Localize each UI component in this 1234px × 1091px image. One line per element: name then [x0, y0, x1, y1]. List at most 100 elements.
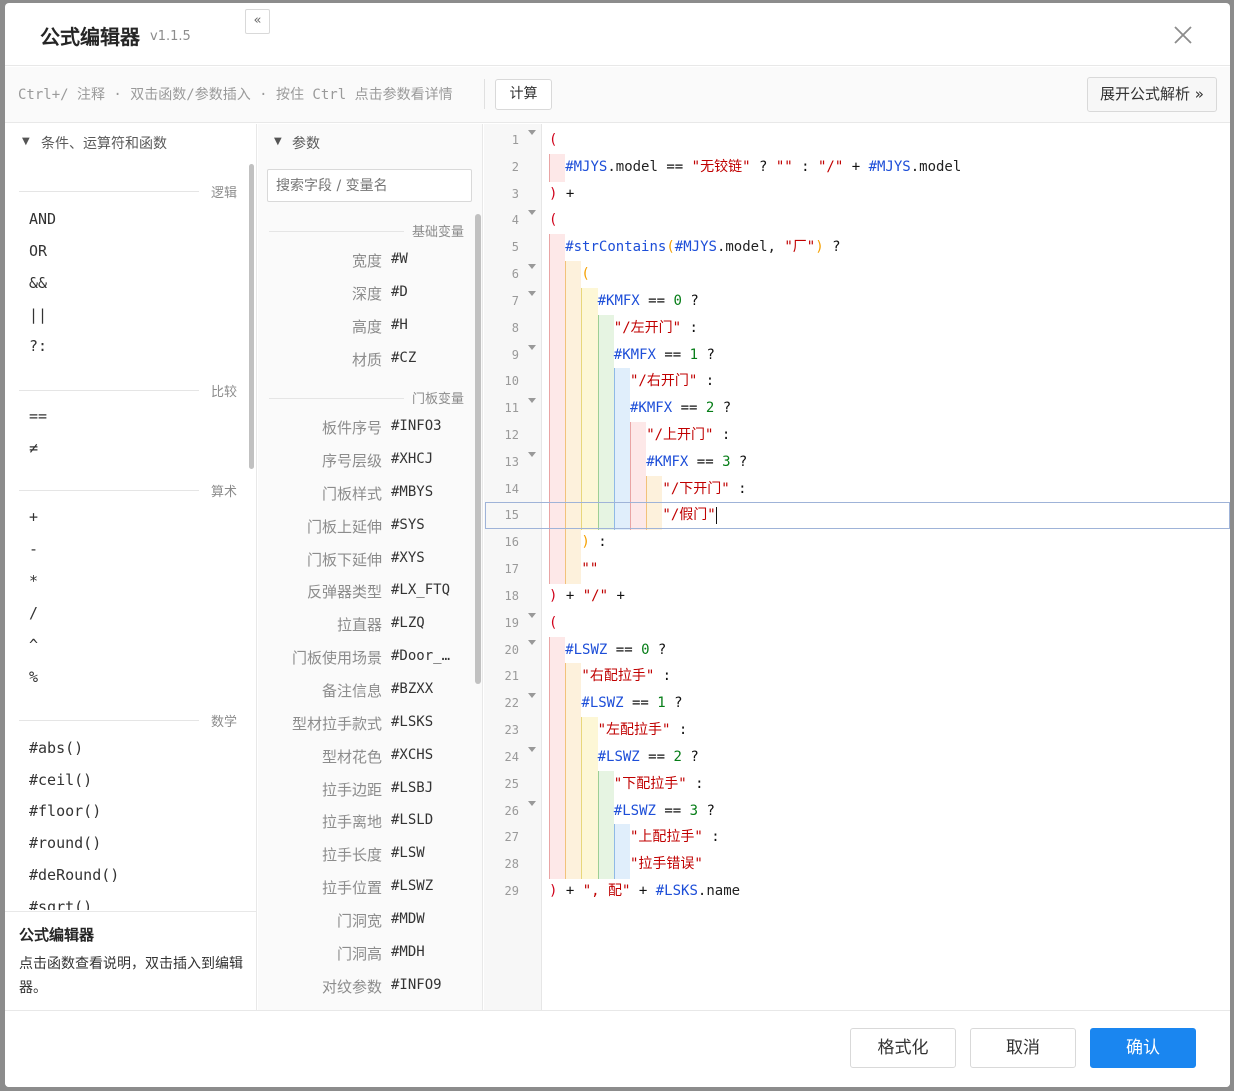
fold-toggle-icon[interactable] [528, 693, 536, 699]
function-item[interactable]: OR [29, 242, 47, 260]
param-row[interactable]: 拉手边距 #LSBJ [258, 779, 473, 801]
code-line[interactable]: #LSWZ == 2 ? [543, 744, 699, 771]
code-line[interactable]: "/右开门" : [543, 368, 714, 395]
param-row[interactable]: 板件序号 #INFO3 [258, 417, 473, 439]
param-row[interactable]: 门板下延伸 #XYS [258, 549, 473, 571]
param-row[interactable]: 门板样式 #MBYS [258, 483, 473, 505]
function-item[interactable]: - [29, 540, 38, 558]
code-editor[interactable]: 1 2 3 4 5 6 7 8 9 10 11 12 13 14 15 16 17 18 19 20 21 22 23 24 2… [484, 124, 1230, 1010]
function-item[interactable]: / [29, 604, 38, 622]
code-line[interactable]: ) + "/" + [543, 583, 625, 610]
functions-panel-header[interactable]: ▼ 条件、运算符和函数 [5, 124, 256, 161]
function-item[interactable]: * [29, 572, 38, 590]
param-row[interactable]: 门板使用场景 #Door_… [258, 647, 473, 669]
code-line[interactable]: ) : [543, 529, 607, 556]
param-row[interactable]: 备注信息 #BZXX [258, 680, 473, 702]
param-search-input[interactable] [267, 169, 472, 202]
fold-toggle-icon[interactable] [528, 264, 536, 270]
param-row[interactable]: 高度 #H [258, 316, 473, 338]
code-line[interactable]: ( [543, 207, 557, 234]
function-item[interactable]: ?: [29, 337, 47, 355]
function-item[interactable]: && [29, 274, 47, 292]
code-line[interactable]: "/上开门" : [543, 422, 730, 449]
param-row[interactable]: 深度 #D [258, 283, 473, 305]
code-line[interactable]: #KMFX == 3 ? [543, 449, 747, 476]
code-line[interactable]: "/左开门" : [543, 315, 698, 342]
function-item[interactable]: ≠ [29, 439, 38, 457]
code-line[interactable]: ( [543, 610, 557, 637]
function-item[interactable]: #abs() [29, 739, 83, 757]
code-line[interactable]: "上配拉手" : [543, 824, 720, 851]
function-item[interactable]: + [29, 508, 38, 526]
code-line[interactable]: "" [543, 556, 598, 583]
param-row[interactable]: 门洞高 #MDH [258, 943, 473, 965]
param-row[interactable]: 拉手位置 #LSWZ [258, 877, 473, 899]
expand-formula-analysis-button[interactable]: 展开公式解析 » [1087, 77, 1217, 112]
param-row[interactable]: 拉直器 #LZQ [258, 614, 473, 636]
function-item[interactable]: #round() [29, 834, 101, 852]
dialog-footer: 格式化 取消 确认 [5, 1010, 1230, 1087]
param-row[interactable]: 材质 #CZ [258, 349, 473, 371]
functions-scrollbar[interactable] [249, 164, 254, 469]
param-row[interactable]: 序号层级 #XHCJ [258, 450, 473, 472]
calculate-button[interactable]: 计算 [495, 79, 552, 110]
fold-toggle-icon[interactable] [528, 130, 536, 135]
code-line[interactable]: "拉手错误" [543, 851, 703, 878]
code-area[interactable]: (#MJYS.model == "无铰链" ? "" : "/" + #MJYS… [485, 124, 1230, 1010]
param-row[interactable]: 门板上延伸 #SYS [258, 516, 473, 538]
param-row[interactable]: 对纹参数 #INFO9 [258, 976, 473, 998]
cancel-button[interactable]: 取消 [970, 1028, 1076, 1068]
code-line[interactable]: "左配拉手" : [543, 717, 688, 744]
function-item[interactable]: #ceil() [29, 771, 92, 789]
param-row[interactable]: 反弹器类型 #LX_FTQ [258, 581, 473, 603]
fold-toggle-icon[interactable] [528, 398, 536, 404]
function-item[interactable]: ^ [29, 636, 38, 654]
param-row[interactable]: 门洞宽 #MDW [258, 910, 473, 932]
function-item[interactable]: % [29, 668, 38, 686]
text-cursor [715, 506, 717, 524]
formula-editor-dialog: 公式编辑器 v1.1.5 Ctrl+/ 注释 · 双击函数/参数插入 · 按住 … [5, 3, 1230, 1087]
code-line[interactable]: ) + ", 配" + #LSKS.name [543, 878, 740, 905]
function-item[interactable]: || [29, 306, 47, 324]
code-line[interactable]: #KMFX == 1 ? [543, 342, 715, 369]
collapse-left-panel-button[interactable]: « [245, 9, 270, 34]
code-line[interactable]: #LSWZ == 0 ? [543, 637, 666, 664]
fold-toggle-icon[interactable] [528, 612, 536, 618]
fold-toggle-icon[interactable] [528, 746, 536, 752]
code-line[interactable]: ( [543, 127, 557, 154]
code-line[interactable]: ( [543, 261, 589, 288]
code-line[interactable]: #strContains(#MJYS.model, "厂") ? [543, 234, 840, 261]
code-line[interactable]: #KMFX == 2 ? [543, 395, 731, 422]
code-line[interactable]: "右配拉手" : [543, 663, 671, 690]
code-line[interactable]: "下配拉手" : [543, 771, 704, 798]
params-scrollbar[interactable] [475, 214, 481, 684]
function-item[interactable]: #deRound() [29, 866, 119, 884]
param-row[interactable]: 型材拉手款式 #LSKS [258, 713, 473, 735]
code-line[interactable]: #LSWZ == 3 ? [543, 798, 715, 825]
code-line[interactable]: #LSWZ == 1 ? [543, 690, 682, 717]
param-row[interactable]: 拉手长度 #LSW [258, 844, 473, 866]
close-icon[interactable] [1171, 23, 1195, 47]
param-row[interactable]: 拉手离地 #LSLD [258, 811, 473, 833]
params-panel-header[interactable]: ▼ 参数 [258, 124, 482, 161]
param-row[interactable]: 型材花色 #XCHS [258, 746, 473, 768]
fold-toggle-icon[interactable] [528, 344, 536, 350]
fold-toggle-icon[interactable] [528, 290, 536, 296]
code-line[interactable]: #MJYS.model == "无铰链" ? "" : "/" + #MJYS.… [543, 154, 961, 181]
param-row[interactable]: 宽度 #W [258, 250, 473, 272]
fold-toggle-icon[interactable] [528, 210, 536, 216]
function-item[interactable]: #floor() [29, 802, 101, 820]
code-line[interactable]: ) + [543, 181, 574, 208]
confirm-button[interactable]: 确认 [1090, 1028, 1196, 1068]
fold-toggle-icon[interactable] [528, 800, 536, 806]
function-item[interactable]: == [29, 407, 47, 425]
format-button[interactable]: 格式化 [850, 1028, 956, 1068]
fold-toggle-icon[interactable] [528, 639, 536, 645]
code-token: : [589, 534, 607, 551]
code-line[interactable]: #KMFX == 0 ? [543, 288, 699, 315]
function-item[interactable]: AND [29, 210, 56, 228]
function-item[interactable]: #sqrt() [29, 898, 92, 910]
fold-toggle-icon[interactable] [528, 451, 536, 457]
code-line[interactable]: "/下开门" : [543, 476, 746, 503]
code-line[interactable]: "/假门" [485, 502, 1230, 530]
